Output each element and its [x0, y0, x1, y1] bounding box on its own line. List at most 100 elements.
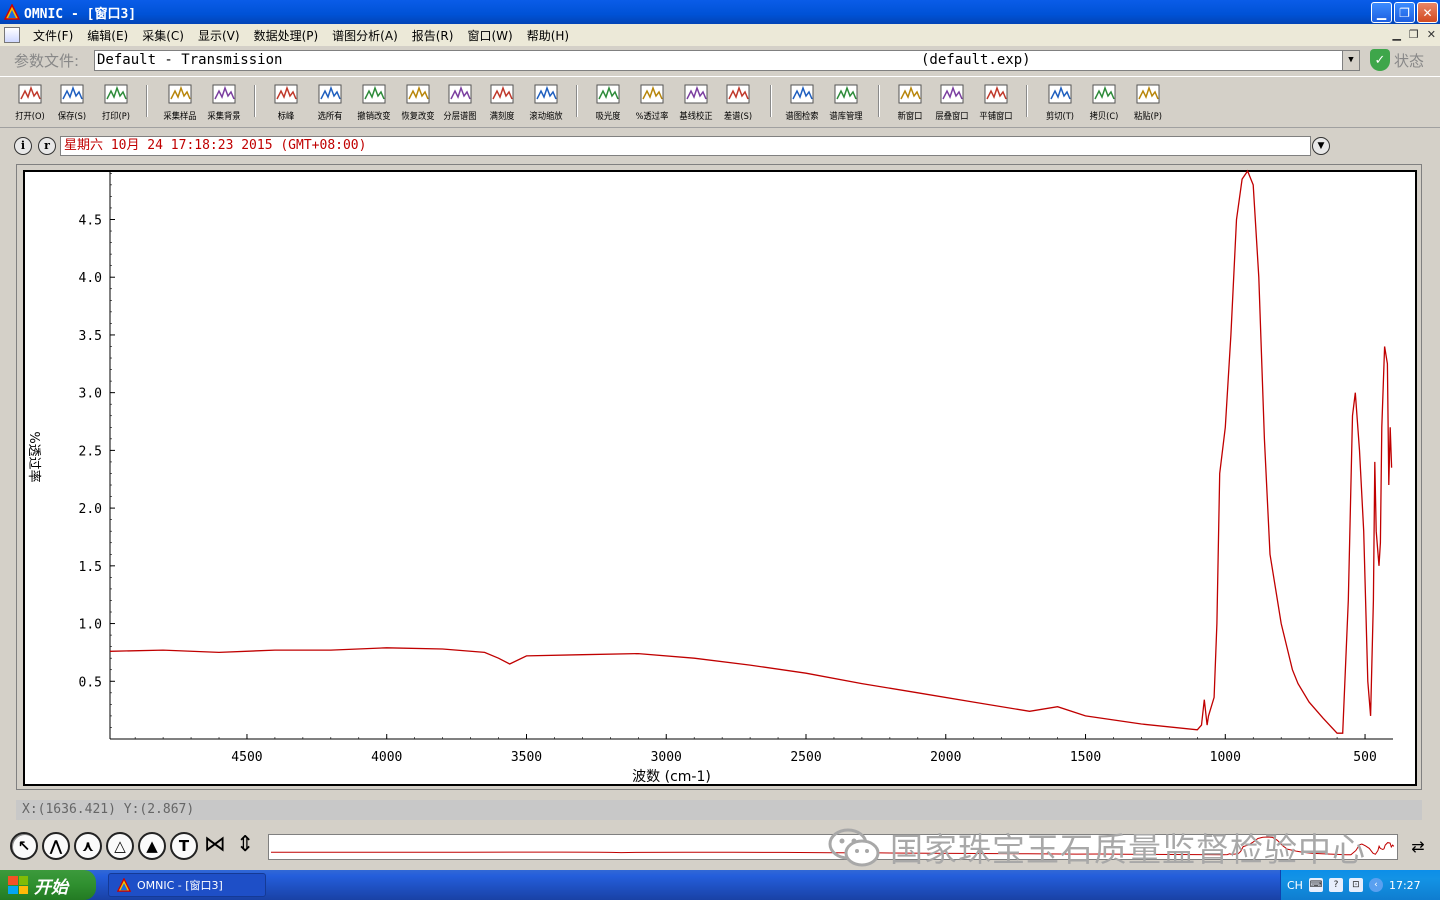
tile-windows-icon — [984, 84, 1008, 104]
title-toggle-icon[interactable]: r — [38, 137, 56, 155]
toolbar-button-library-manager[interactable]: 谱库管理 — [824, 81, 868, 122]
toolbar-button-save[interactable]: 保存(S) — [50, 81, 94, 122]
transmittance-icon — [640, 84, 664, 104]
toolbar-separator — [878, 85, 880, 117]
toolbar-separator — [770, 85, 772, 117]
toolbar-button-roll-zoom[interactable]: 滚动缩放 — [524, 81, 568, 122]
language-indicator[interactable]: CH — [1287, 879, 1303, 892]
new-window-icon — [898, 84, 922, 104]
toolbar-button-search-spectra[interactable]: 谱图检索 — [780, 81, 824, 122]
network-icon[interactable]: ⊡ — [1348, 878, 1363, 892]
toolbar: 打开(O) 保存(S) 打印(P) 采集样品 采集背景 标峰 选所有 撤销改变 恢复改变 分层谱图… — [0, 76, 1440, 128]
toolbar-label: 采集背景 — [207, 112, 241, 122]
y-axis-label: %透过率 — [26, 431, 42, 482]
region-tool-icon[interactable]: ⋀ — [42, 832, 70, 860]
status-button[interactable]: ✓ 状态 — [1370, 49, 1424, 71]
toolbar-button-redo[interactable]: 恢复改变 — [396, 81, 440, 122]
menu-analyze[interactable]: 谱图分析(A) — [325, 27, 405, 44]
taskbar: 开始 OMNIC - [窗口3] CH ⌨ ? ⊡ ‹ 17:27 — [0, 870, 1440, 900]
toolbar-button-baseline-correct[interactable]: 基线校正 — [674, 81, 718, 122]
menu-help[interactable]: 帮助(H) — [520, 27, 576, 44]
y-tick-label: 3.5 — [79, 329, 102, 344]
scroll-arrows-icon[interactable]: ⇄ — [1405, 834, 1431, 860]
toolbar-label: 平铺窗口 — [979, 112, 1013, 122]
cut-icon — [1048, 84, 1072, 104]
bottom-tool-palette: ↖ ⋀ ⋏ △ ▲ T ⋈ ⇕ 国家珠宝玉石质量监督检验中心 ⇄ — [0, 826, 1440, 869]
toolbar-label: 新窗口 — [897, 112, 923, 122]
x-tick-label: 500 — [1353, 750, 1376, 765]
annotation-tool-icon[interactable]: T — [170, 832, 198, 860]
toolbar-button-copy[interactable]: 拷贝(C) — [1082, 81, 1126, 122]
toolbar-button-transmittance[interactable]: %透过率 — [630, 81, 674, 122]
menu-file[interactable]: 文件(F) — [26, 27, 80, 44]
toolbar-label: 打印(P) — [101, 112, 131, 122]
x-tick-label: 3500 — [511, 750, 542, 765]
help-icon[interactable]: ? — [1328, 878, 1343, 892]
toolbar-label: 打开(O) — [15, 112, 45, 122]
toolbar-button-open[interactable]: 打开(O) — [8, 81, 52, 122]
paste-icon — [1136, 84, 1160, 104]
peak-area-tool-icon[interactable]: △ — [106, 832, 134, 860]
toolbar-button-collect-sample[interactable]: 采集样品 — [158, 81, 202, 122]
clock: 17:27 — [1388, 878, 1421, 892]
toolbar-button-stack-spectra[interactable]: 分层谱图 — [438, 81, 482, 122]
info-icon[interactable]: i — [14, 137, 32, 155]
menu-edit[interactable]: 编辑(E) — [80, 27, 135, 44]
toolbar-label: 剪切(T) — [1045, 112, 1075, 122]
mdi-minimize-button[interactable]: ▁ — [1392, 28, 1400, 41]
menu-process[interactable]: 数据处理(P) — [247, 27, 326, 44]
toolbar-button-paste[interactable]: 粘贴(P) — [1126, 81, 1170, 122]
expand-x-icon[interactable]: ⋈ — [204, 832, 226, 857]
toolbar-button-find-peaks[interactable]: 标峰 — [264, 81, 308, 122]
toolbar-button-collect-background[interactable]: 采集背景 — [202, 81, 246, 122]
close-button[interactable]: ✕ — [1417, 2, 1438, 23]
title-bar: OMNIC - [窗口3] ▁ ❐ ✕ — [0, 0, 1440, 24]
tray-expand-icon[interactable]: ‹ — [1368, 878, 1383, 892]
toolbar-button-undo[interactable]: 撤销改变 — [352, 81, 396, 122]
select-all-icon — [318, 84, 342, 104]
restore-button[interactable]: ❐ — [1394, 2, 1415, 23]
taskbar-omnic-item[interactable]: OMNIC - [窗口3] — [108, 873, 266, 897]
correction-tool-icon[interactable]: ▲ — [138, 832, 166, 860]
spectrum-chart[interactable]: 0.5 1.0 1.5 2.0 2.5 3.0 3.5 4.0 4.5 4500 4000 3500 3… — [17, 165, 1423, 791]
menu-collect[interactable]: 采集(C) — [135, 27, 191, 44]
toolbar-button-print[interactable]: 打印(P) — [94, 81, 138, 122]
y-tick-label: 2.5 — [79, 444, 102, 459]
undo-icon — [362, 84, 386, 104]
spectrum-info-field[interactable]: 星期六 10月 24 17:18:23 2015 (GMT+08:00) — [60, 136, 1311, 156]
menu-report[interactable]: 报告(R) — [405, 27, 461, 44]
x-tick-label: 2500 — [790, 750, 821, 765]
toolbar-button-cascade-windows[interactable]: 层叠窗口 — [930, 81, 974, 122]
toolbar-button-select-all[interactable]: 选所有 — [308, 81, 352, 122]
toolbar-button-tile-windows[interactable]: 平铺窗口 — [974, 81, 1018, 122]
minimize-button[interactable]: ▁ — [1371, 2, 1392, 23]
spectrum-window: 0.5 1.0 1.5 2.0 2.5 3.0 3.5 4.0 4.5 4500 4000 3500 3… — [16, 164, 1422, 790]
absorbance-icon — [596, 84, 620, 104]
toolbar-button-absorbance[interactable]: 吸光度 — [586, 81, 630, 122]
toolbar-label: 层叠窗口 — [935, 112, 969, 122]
system-tray: CH ⌨ ? ⊡ ‹ 17:27 — [1280, 870, 1440, 900]
param-file-select[interactable]: Default - Transmission (default.exp) ▼ — [94, 50, 1360, 71]
selection-tool-icon[interactable]: ↖ — [10, 832, 38, 860]
mdi-close-button[interactable]: ✕ — [1427, 28, 1436, 41]
keyboard-icon[interactable]: ⌨ — [1308, 878, 1323, 892]
mdi-restore-button[interactable]: ❐ — [1409, 28, 1419, 41]
toolbar-button-subtract[interactable]: 差谱(S) — [716, 81, 760, 122]
info-dropdown-icon[interactable]: ▼ — [1312, 137, 1330, 155]
toolbar-button-cut[interactable]: 剪切(T) — [1038, 81, 1082, 122]
menu-window[interactable]: 窗口(W) — [460, 27, 519, 44]
expand-y-icon[interactable]: ⇕ — [236, 832, 254, 857]
toolbar-label: 谱库管理 — [829, 112, 863, 122]
toolbar-button-new-window[interactable]: 新窗口 — [888, 81, 932, 122]
menu-bar: 文件(F) 编辑(E) 采集(C) 显示(V) 数据处理(P) 谱图分析(A) … — [0, 24, 1440, 46]
param-file-label: 参数文件: — [14, 51, 80, 70]
windows-logo-icon — [8, 876, 28, 894]
document-icon[interactable] — [4, 27, 20, 43]
toolbar-button-full-scale[interactable]: 满刻度 — [480, 81, 524, 122]
search-spectra-icon — [790, 84, 814, 104]
start-button[interactable]: 开始 — [0, 870, 96, 900]
chevron-down-icon[interactable]: ▼ — [1342, 51, 1359, 70]
menu-view[interactable]: 显示(V) — [191, 27, 247, 44]
peak-height-tool-icon[interactable]: ⋏ — [74, 832, 102, 860]
taskbar-item-label: OMNIC - [窗口3] — [137, 879, 223, 892]
